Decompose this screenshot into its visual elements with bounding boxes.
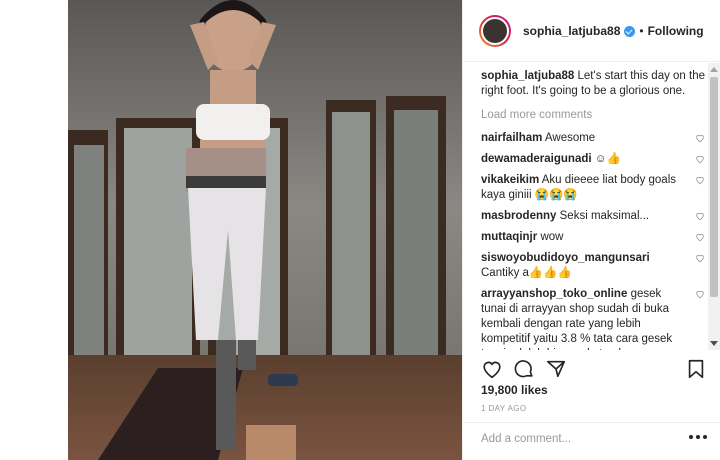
verified-badge-icon — [624, 26, 636, 37]
comment-username[interactable]: siswoyobudidoyo_mangunsari — [481, 252, 650, 264]
comment-icon[interactable] — [513, 358, 535, 380]
comment-username[interactable]: masbrodenny — [481, 210, 556, 222]
comment-item: vikakeikim Aku dieeee liat body goals ka… — [481, 173, 709, 203]
comment-username[interactable]: arrayyanshop_toko_online — [481, 288, 627, 300]
comment-text: Awesome — [544, 132, 596, 144]
bookmark-icon[interactable] — [685, 358, 707, 380]
comment-text: Cantiky a👍👍👍 — [481, 267, 572, 279]
separator-dot: • — [639, 23, 644, 38]
comment-text: Seksi maksimal... — [559, 210, 650, 222]
comment-like-heart-icon[interactable] — [695, 289, 705, 299]
scroll-up-arrow-icon[interactable] — [710, 67, 718, 72]
add-comment-input[interactable] — [481, 433, 671, 445]
more-options-icon[interactable] — [689, 435, 707, 441]
following-button[interactable]: Following — [648, 24, 704, 38]
post-actions-bar — [481, 358, 707, 380]
comment-item: muttaqinjr wow — [481, 230, 709, 245]
comment-like-heart-icon[interactable] — [695, 133, 705, 143]
comment-username[interactable]: vikakeikim — [481, 174, 539, 186]
post-side-panel: sophia_latjuba88 • Following sophia_latj… — [462, 0, 720, 460]
heart-icon[interactable] — [481, 358, 503, 380]
comments-list[interactable]: sophia_latjuba88 Let's start this day on… — [463, 63, 720, 350]
comment-item: dewamaderaigunadi ☺👍 — [481, 152, 709, 167]
post-caption: sophia_latjuba88 Let's start this day on… — [481, 69, 709, 99]
comment-like-heart-icon[interactable] — [695, 253, 705, 263]
add-comment-row — [463, 422, 720, 460]
caption-username[interactable]: sophia_latjuba88 — [481, 70, 574, 82]
photo-image — [68, 0, 462, 460]
comment-item: siswoyobudidoyo_mangunsari Cantiky a👍👍👍 — [481, 251, 709, 281]
post-photo[interactable] — [68, 0, 462, 460]
post-timestamp[interactable]: 1 DAY AGO — [481, 404, 527, 413]
comment-like-heart-icon[interactable] — [695, 211, 705, 221]
comment-item: arrayyanshop_toko_online gesek tunai di … — [481, 287, 709, 350]
comment-username[interactable]: muttaqinjr — [481, 231, 537, 243]
comments-scrollbar[interactable] — [708, 63, 720, 350]
avatar[interactable] — [479, 14, 511, 47]
comment-text: ☺👍 — [594, 153, 621, 165]
load-more-comments-link[interactable]: Load more comments — [481, 109, 709, 121]
comment-item: nairfailham Awesome — [481, 131, 709, 146]
comment-like-heart-icon[interactable] — [695, 232, 705, 242]
author-username[interactable]: sophia_latjuba88 — [523, 24, 620, 38]
likes-count[interactable]: 19,800 likes — [481, 383, 548, 397]
comment-username[interactable]: nairfailham — [481, 132, 542, 144]
comment-like-heart-icon[interactable] — [695, 175, 705, 185]
scrollbar-thumb[interactable] — [710, 77, 718, 297]
share-icon[interactable] — [545, 358, 567, 380]
comment-text: wow — [540, 231, 564, 243]
comment-item: masbrodenny Seksi maksimal... — [481, 209, 709, 224]
post-header: sophia_latjuba88 • Following — [463, 0, 720, 62]
comment-username[interactable]: dewamaderaigunadi — [481, 153, 592, 165]
scroll-down-arrow-icon[interactable] — [710, 341, 718, 346]
comment-like-heart-icon[interactable] — [695, 154, 705, 164]
